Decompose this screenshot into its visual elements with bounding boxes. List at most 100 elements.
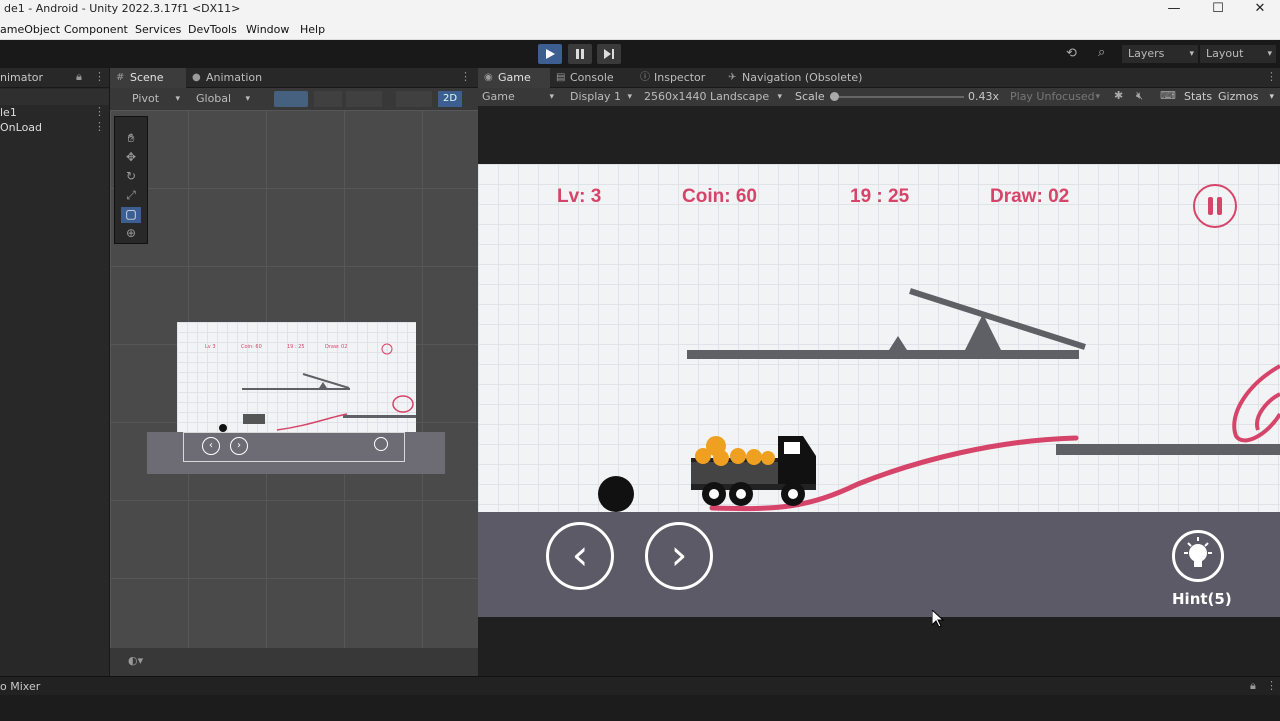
global-dropdown[interactable]: Global [190,90,254,108]
chevron-right-icon: › [670,530,688,579]
display-dropdown[interactable]: Display 1 [564,88,636,106]
maximize-button[interactable]: ☐ [1196,0,1240,20]
preview-left-icon: ‹ [202,437,220,455]
tab-animator[interactable]: nimator [0,71,43,84]
pause-button[interactable] [568,44,592,64]
bug-icon[interactable]: ✱ [1114,89,1123,102]
more-options-icon[interactable]: ⋮ [94,105,105,118]
mouse-cursor-icon [932,610,944,628]
tab-label: Console [570,71,614,84]
history-icon[interactable]: ⟲ [1066,46,1077,61]
hand-tool-icon[interactable]: ✋︎ [121,131,141,147]
rotate-tool-icon[interactable]: ↻ [121,169,141,185]
scene-footer: ◐▾ [110,648,478,676]
gizmos-dropdown[interactable]: Gizmos [1212,88,1278,106]
transform-tool-icon[interactable]: ⊕ [121,226,141,242]
menu-help[interactable]: Help [300,23,325,36]
close-button[interactable]: ✕ [1238,0,1280,20]
shortcuts-icon[interactable]: ⌨ [1160,89,1176,102]
game-view-dropdown[interactable]: Game [478,88,558,106]
snap-increment-button[interactable] [314,91,342,107]
move-right-button[interactable]: › [645,522,713,590]
preview-drawing [219,343,416,432]
tab-audio-mixer[interactable]: o Mixer [0,680,40,693]
play-button[interactable] [538,44,562,64]
right-platform [1056,444,1280,455]
info-icon: ⓘ [640,72,650,83]
hint-button[interactable] [1172,530,1224,582]
scale-slider-handle[interactable] [830,92,839,101]
menu-gameobject[interactable]: ameObject [0,23,60,36]
draw-mode-button[interactable] [396,91,432,107]
menu-devtools[interactable]: DevTools [188,23,237,36]
move-left-button[interactable]: ‹ [546,522,614,590]
search-icon[interactable]: ⌕ [1098,45,1105,60]
scene-panel: # Scene ● Animation ⋮ Pivot Global 2D ✋︎ ✥… [110,68,478,676]
grid-snap-button[interactable] [274,91,308,107]
list-item-label: OnLoad [0,121,43,134]
tab-inspector[interactable]: ⓘ Inspector [634,68,722,88]
hierarchy-search[interactable] [0,89,109,105]
scene-preview-ground: ‹ › [147,432,445,474]
layers-dropdown[interactable]: Layers [1122,45,1198,63]
mode-2d-button[interactable]: 2D [438,91,462,107]
menu-services[interactable]: Services [135,23,181,36]
pivot-dropdown[interactable]: Pivot [126,90,184,108]
game-toolbar: Game Display 1 2560x1440 Landscape Scale… [478,88,1280,106]
more-options-icon[interactable]: ⋮ [1266,70,1277,83]
chevron-left-icon: ‹ [571,530,589,579]
list-item[interactable]: le1 ⋮ [0,105,109,121]
rect-tool-icon[interactable]: ▢ [121,207,141,223]
more-options-icon[interactable]: ⋮ [94,70,105,83]
global-label: Global [196,92,232,105]
scene-preview-canvas-bounds: ‹ › [183,432,405,462]
game-panel: ◉ Game ▤ Console ⓘ Inspector ✈ Navigation (O… [478,68,1280,676]
lightbulb-icon [1184,537,1212,567]
move-tool-icon[interactable]: ✥ [121,150,141,166]
more-options-icon[interactable]: ⋮ [460,70,471,83]
lock-icon[interactable]: 🔒︎ [76,70,82,84]
animation-icon: ● [192,72,201,83]
more-options-icon[interactable]: ⋮ [94,120,105,133]
stats-button[interactable]: Stats [1184,90,1212,103]
step-icon [604,49,614,59]
list-item-label: le1 [0,106,17,119]
tab-label: Navigation (Obsolete) [742,71,863,84]
lock-icon[interactable]: 🔒︎ [1250,679,1256,693]
pause-icon [576,49,584,59]
gamepad-icon: ◉ [484,72,493,83]
scene-tabbar: # Scene ● Animation ⋮ [110,68,478,88]
list-item[interactable]: OnLoad ⋮ [0,120,109,136]
play-mode-dropdown[interactable]: Play Unfocused [1004,88,1104,106]
tab-scene[interactable]: # Scene [110,68,186,88]
scale-value: 0.43x [968,90,1000,103]
menu-window[interactable]: Window [246,23,289,36]
tab-game[interactable]: ◉ Game [478,68,550,88]
preview-right-icon: › [230,437,248,455]
tab-label: Scene [130,71,164,84]
hint-count-label: Hint(5) [1172,590,1232,608]
resolution-dropdown[interactable]: 2560x1440 Landscape [638,88,786,106]
scale-slider[interactable] [830,92,964,101]
step-button[interactable] [597,44,621,64]
tab-navigation[interactable]: ✈ Navigation (Obsolete) [722,68,882,88]
window-title: de1 - Android - Unity 2022.3.17f1 <DX11> [4,2,241,15]
console-icon: ▤ [556,72,566,83]
grid-icon: # [116,72,125,83]
tab-animation[interactable]: ● Animation [186,68,286,88]
more-options-icon[interactable]: ⋮ [1266,679,1277,692]
scale-label: Scale [795,90,825,103]
tab-label: Game [498,71,531,84]
grid-visibility-button[interactable] [346,91,382,107]
tab-console[interactable]: ▤ Console [550,68,636,88]
menu-component[interactable]: Component [64,23,128,36]
mute-icon[interactable]: 🔇︎ [1136,89,1143,103]
preview-hint-icon [374,437,388,451]
layout-dropdown[interactable]: Layout [1200,45,1276,63]
menu-bar: ameObject Component Services DevTools Wi… [0,20,1280,40]
play-icon [546,49,555,59]
scene-gizmo-icon[interactable]: ◐▾ [128,654,143,667]
upper-platform [687,350,1079,359]
scale-tool-icon[interactable]: ⤢ [121,188,141,204]
minimize-button[interactable]: — [1152,0,1196,20]
